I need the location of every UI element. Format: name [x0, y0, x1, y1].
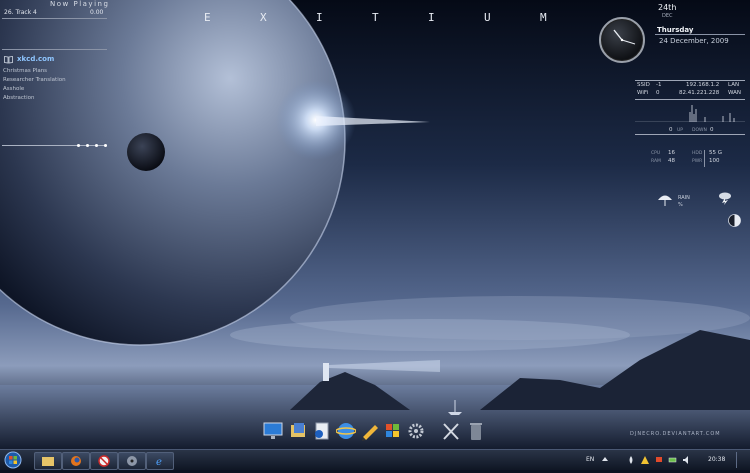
date-weekday: Thursday	[657, 26, 694, 34]
taskbar-button-ie[interactable]: e	[146, 452, 174, 470]
tools-icon[interactable]	[441, 420, 461, 442]
taskbar-clock[interactable]: 20:38	[708, 456, 725, 463]
date-full: 24 December, 2009	[659, 37, 729, 45]
trash-icon[interactable]	[466, 420, 486, 442]
dot-indicator[interactable]	[104, 144, 107, 147]
taskbar-button-explorer[interactable]	[34, 452, 62, 470]
volume-icon[interactable]	[682, 455, 692, 465]
rss-site-link[interactable]: xkcd.com	[17, 55, 54, 63]
down-value: 0	[710, 127, 714, 133]
wan-ip: 82.41.221.228	[679, 90, 720, 96]
cpu-label: CPU	[651, 151, 661, 156]
start-button[interactable]	[3, 451, 23, 469]
internet-globe-icon[interactable]	[336, 420, 356, 442]
wifi-label: WiFi	[637, 90, 649, 96]
rss-item[interactable]: Christmas Plans	[3, 68, 47, 74]
date-day: 24th	[658, 3, 677, 12]
dot-indicator[interactable]	[77, 144, 80, 147]
weather-value: %	[678, 202, 683, 208]
down-label: DOWN	[692, 128, 707, 133]
wifi-value: 0	[656, 90, 660, 96]
speed-divider	[635, 134, 745, 135]
arrow-up-icon[interactable]	[600, 455, 610, 465]
desktop-wallpaper	[0, 0, 750, 469]
windows-flag-icon[interactable]	[383, 420, 403, 442]
hdd-value: 55 G	[709, 150, 723, 156]
hdd-label: HDD	[692, 151, 703, 156]
book-icon	[4, 56, 13, 64]
rss-item[interactable]: Asshole	[3, 86, 24, 92]
system-divider	[704, 150, 705, 167]
weather-condition: RAIN	[678, 195, 690, 201]
pwr-value: 100	[709, 158, 720, 164]
language-indicator[interactable]: EN	[586, 456, 594, 463]
wan-label: WAN	[728, 90, 742, 96]
media-icon	[127, 456, 137, 466]
lan-ip: 192.168.1.2	[686, 82, 720, 88]
warning-icon[interactable]	[640, 455, 650, 465]
ssid-value: -1	[656, 82, 662, 88]
documents-icon[interactable]	[313, 420, 333, 442]
clock-face-icon	[613, 29, 636, 45]
rss-item[interactable]: Researcher Translation	[3, 77, 66, 83]
brand-letter: I	[428, 11, 435, 24]
explorer-icon	[42, 457, 54, 466]
show-desktop-button[interactable]	[736, 452, 749, 468]
date-divider	[655, 34, 745, 35]
firefox-icon	[71, 456, 81, 466]
taskbar-button-firefox[interactable]	[62, 452, 90, 470]
taskbar: e EN 20:38	[0, 449, 750, 470]
rss-item[interactable]: Abstraction	[3, 95, 34, 101]
up-label: UP	[677, 128, 684, 133]
network-graph	[635, 105, 745, 122]
rss-divider	[2, 49, 107, 50]
brand-letter: M	[540, 11, 547, 24]
now-playing-title: Now Playing	[50, 0, 110, 8]
brand-letter: U	[484, 11, 491, 24]
progress-line	[2, 145, 107, 146]
dot-indicator[interactable]	[95, 144, 98, 147]
brand-letter: E	[204, 11, 211, 24]
dot-indicator[interactable]	[86, 144, 89, 147]
gear-icon[interactable]	[406, 420, 426, 442]
analog-clock	[599, 17, 645, 63]
monitor-icon[interactable]	[263, 420, 283, 442]
svg-text:e: e	[156, 457, 162, 468]
up-value: 0	[669, 127, 673, 133]
brand-letter: I	[316, 11, 323, 24]
watermark: DJNECRO.DEVIANTART.COM	[630, 431, 721, 437]
pwr-label: PWR	[692, 159, 703, 164]
pencil-icon[interactable]	[360, 420, 380, 442]
date-month: DEC	[662, 13, 673, 19]
taskbar-button-media[interactable]	[118, 452, 146, 470]
taskbar-button-stop[interactable]	[90, 452, 118, 470]
storm-icon	[719, 192, 731, 205]
ram-label: RAM	[651, 159, 661, 164]
ssid-label: SSID	[637, 82, 650, 88]
ram-value: 48	[668, 158, 675, 164]
umbrella-icon	[658, 195, 672, 206]
dock	[258, 420, 492, 444]
flag-icon[interactable]	[654, 455, 664, 465]
brand-letter: T	[372, 11, 379, 24]
brand-letter: X	[260, 11, 267, 24]
folders-icon[interactable]	[289, 420, 309, 442]
lan-label: LAN	[728, 82, 740, 88]
moon-phase-icon	[728, 214, 741, 227]
battery-icon[interactable]	[668, 455, 678, 465]
drop-icon[interactable]	[626, 455, 636, 465]
internet-explorer-icon: e	[156, 457, 162, 468]
stop-icon	[98, 455, 110, 467]
cpu-value: 16	[668, 150, 675, 156]
